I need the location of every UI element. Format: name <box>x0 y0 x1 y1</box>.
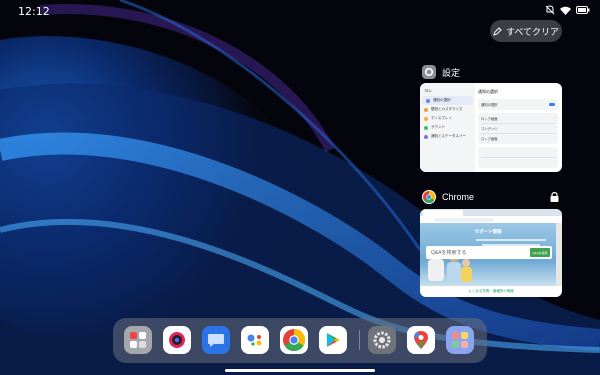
settings-preview-row: ロック画面 <box>481 137 498 141</box>
do-not-disturb-icon <box>545 5 555 15</box>
recent-card-settings[interactable]: ヨレ 通知の選択 壁紙とカスタマイズ ディスプレイ サウンド 通知とステータスバ… <box>420 83 562 172</box>
settings-preview-sidebar: ヨレ 通知の選択 壁紙とカスタマイズ ディスプレイ サウンド 通知とステータスバ… <box>420 83 475 172</box>
recent-card-header-chrome[interactable]: Chrome <box>422 190 474 204</box>
settings-preview-item: 通知とステータスバー <box>420 132 475 141</box>
settings-preview-item: 壁紙とカスタマイズ <box>420 105 475 114</box>
chrome-preview-links: よくある質問・機種別の情報 <box>468 289 514 293</box>
settings-preview-row: ロック画面 <box>481 114 555 124</box>
settings-preview-title: 通知の選択 <box>478 89 498 94</box>
chrome-preview-search-placeholder: Q&Aを検索する <box>431 250 467 256</box>
assistant-icon[interactable] <box>241 326 269 354</box>
battery-icon <box>576 6 590 14</box>
status-bar: 12:12 <box>0 0 600 22</box>
settings-preview-item: ディスプレイ <box>420 114 475 123</box>
settings-app-icon <box>422 65 436 79</box>
settings-preview-sidebar-header: ヨレ <box>424 88 432 93</box>
recent-card-header-settings[interactable]: 設定 <box>422 65 460 79</box>
chrome-preview-scrollbar <box>556 223 562 286</box>
clear-all-label: すべてクリア <box>505 26 559 37</box>
dock-separator <box>359 330 360 350</box>
chrome-preview-hero-title: サポート情報 <box>474 229 502 234</box>
settings-preview-item: 通知の選択 <box>422 96 473 105</box>
chrome-preview-search-button: Q&Aを検索 <box>530 248 550 257</box>
settings-preview-item: サウンド <box>420 123 475 132</box>
recent-card-title: 設定 <box>442 67 461 78</box>
folder-grid-icon[interactable] <box>124 326 152 354</box>
lock-icon[interactable] <box>550 191 559 202</box>
camera-icon[interactable] <box>163 326 191 354</box>
messages-icon[interactable] <box>202 326 230 354</box>
chrome-app-icon <box>422 190 436 204</box>
chrome-preview-search: Q&Aを検索する Q&Aを検索 <box>426 246 552 259</box>
recent-card-chrome[interactable]: サポート情報 Q&Aを検索する Q&Aを検索 よくある質問・機種別の情報 <box>420 209 562 297</box>
settings-gear-icon[interactable] <box>368 326 396 354</box>
home-indicator[interactable] <box>225 369 375 372</box>
wifi-icon <box>560 6 571 15</box>
recent-card-title: Chrome <box>442 192 475 202</box>
chrome-icon[interactable] <box>280 326 308 354</box>
broom-icon <box>493 26 502 36</box>
clear-all-button[interactable]: すべてクリア <box>490 20 562 42</box>
app-drawer-icon[interactable] <box>446 326 474 354</box>
dock <box>113 318 487 363</box>
settings-preview-row: 通知の選択 <box>481 100 555 109</box>
clock: 12:12 <box>18 5 50 18</box>
play-store-icon[interactable] <box>319 326 347 354</box>
maps-icon[interactable] <box>407 326 435 354</box>
recents-screen: 12:12 すべてクリア 設定 ヨレ 通知の選択 壁紙とカスタマイズ ディスプレ… <box>0 0 600 375</box>
settings-preview-main: 通知の選択 通知の選択 ロック画面 コンテンツ ロック画面 <box>478 83 558 172</box>
settings-preview-row: コンテンツ <box>481 124 555 134</box>
chrome-preview-tabstrip <box>420 209 562 216</box>
